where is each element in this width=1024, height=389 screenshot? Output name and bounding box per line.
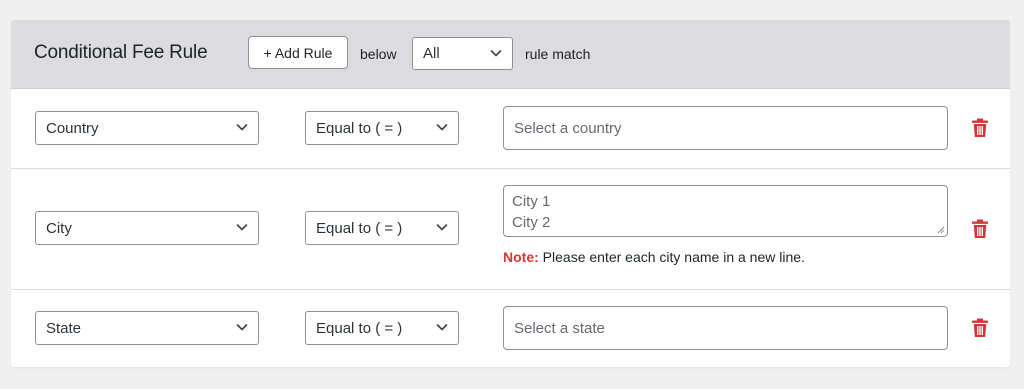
condition-operator-select[interactable]: Equal to ( = ) — [305, 111, 459, 145]
condition-field-value: Country — [46, 119, 99, 137]
rule-match-select-value: All — [423, 45, 440, 62]
condition-field-value: City — [46, 219, 72, 237]
trash-icon[interactable] — [971, 219, 989, 239]
chevron-down-icon — [436, 224, 448, 231]
rule-row: City Equal to ( = ) City 1 City 2 Note: … — [11, 169, 1010, 290]
condition-operator-value: Equal to ( = ) — [316, 219, 403, 237]
trash-icon[interactable] — [971, 118, 989, 138]
chevron-down-icon — [436, 324, 448, 331]
chevron-down-icon — [490, 49, 502, 56]
condition-field-select[interactable]: Country — [35, 111, 259, 145]
chevron-down-icon — [236, 224, 248, 231]
note-text: Please enter each city name in a new lin… — [542, 249, 805, 265]
panel-header: Conditional Fee Rule + Add Rule below Al… — [11, 20, 1010, 89]
note-label: Note: — [503, 249, 539, 265]
condition-field-select[interactable]: City — [35, 211, 259, 245]
rule-match-label: rule match — [525, 46, 591, 62]
country-select-input[interactable]: Select a country — [503, 106, 948, 150]
below-label: below — [360, 46, 397, 62]
trash-icon[interactable] — [971, 318, 989, 338]
state-input-placeholder: Select a state — [514, 319, 605, 337]
city-textarea-line: City 1 — [512, 193, 551, 210]
conditional-fee-rule-panel: Conditional Fee Rule + Add Rule below Al… — [11, 20, 1010, 367]
city-textarea[interactable]: City 1 City 2 — [503, 185, 948, 237]
rule-row: Country Equal to ( = ) Select a country — [11, 89, 1010, 169]
country-input-placeholder: Select a country — [514, 119, 622, 137]
chevron-down-icon — [236, 324, 248, 331]
add-rule-button[interactable]: + Add Rule — [248, 36, 348, 69]
panel-title: Conditional Fee Rule — [34, 42, 208, 63]
city-textarea-line: City 2 — [512, 214, 551, 231]
condition-operator-select[interactable]: Equal to ( = ) — [305, 211, 459, 245]
rule-match-select[interactable]: All — [412, 37, 513, 70]
condition-field-select[interactable]: State — [35, 311, 259, 345]
condition-operator-value: Equal to ( = ) — [316, 319, 403, 337]
chevron-down-icon — [236, 124, 248, 131]
chevron-down-icon — [436, 124, 448, 131]
state-select-input[interactable]: Select a state — [503, 306, 948, 350]
rule-row: State Equal to ( = ) Select a state — [11, 290, 1010, 367]
condition-operator-value: Equal to ( = ) — [316, 119, 403, 137]
condition-operator-select[interactable]: Equal to ( = ) — [305, 311, 459, 345]
condition-field-value: State — [46, 319, 82, 337]
city-note: Note: Please enter each city name in a n… — [503, 249, 805, 265]
resize-handle-icon[interactable] — [937, 226, 945, 234]
